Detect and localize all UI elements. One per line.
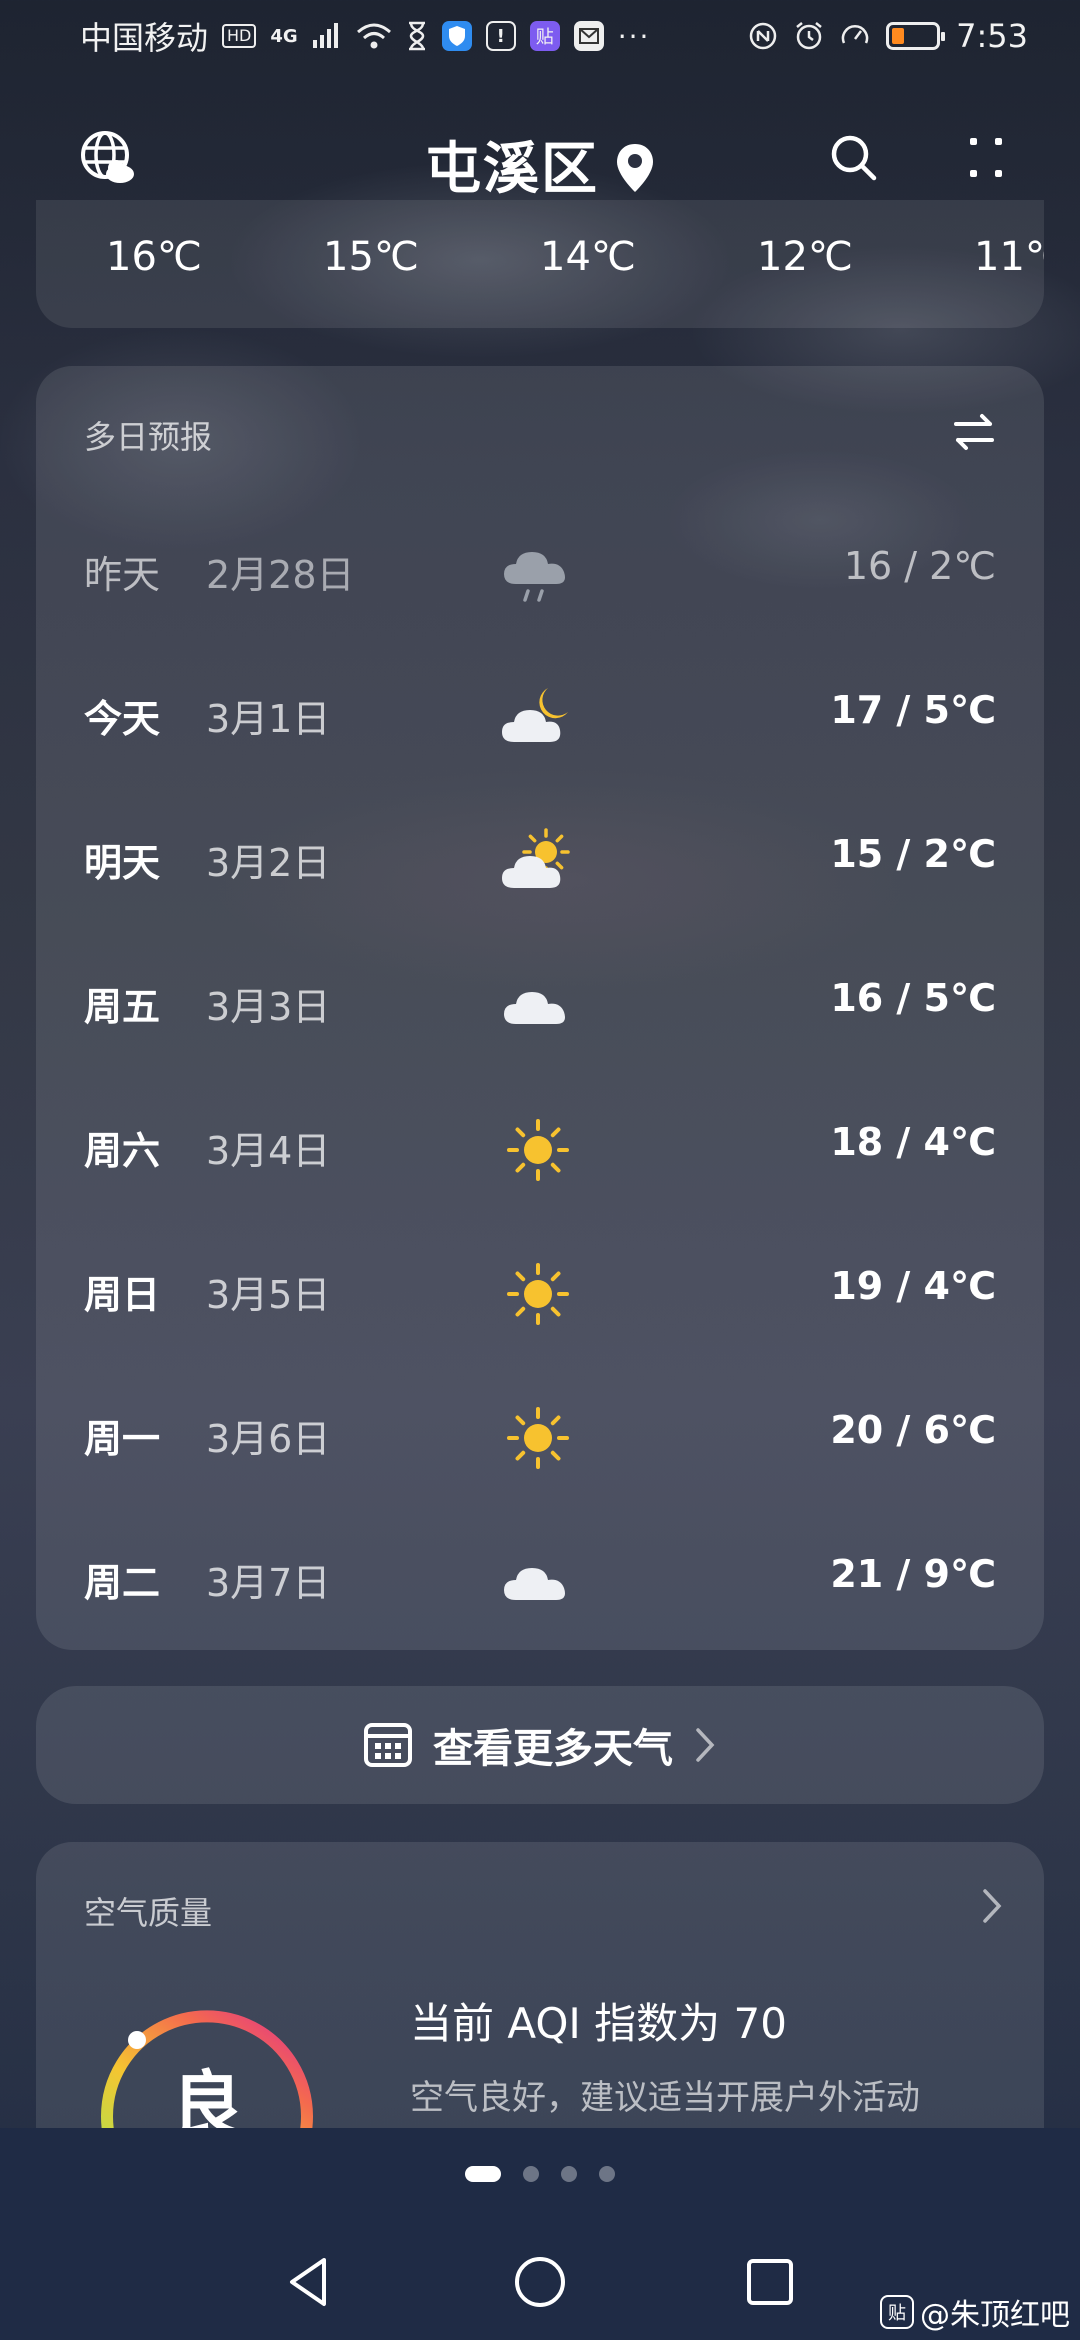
forecast-row[interactable]: 昨天 2月28日 16 / 2℃ [36, 504, 1044, 648]
forecast-day: 周一 [84, 1417, 161, 1461]
more-icon[interactable] [958, 130, 1014, 186]
page-dot [561, 2166, 577, 2182]
recent-apps-icon[interactable] [740, 2252, 800, 2312]
shield-app-icon [441, 21, 472, 51]
top-bar: 屯溪区 [0, 110, 1080, 210]
forecast-day: 明天 [84, 841, 161, 885]
watermark: 贴 @朱顶红吧 [880, 2290, 1070, 2334]
network-type: 4G [270, 25, 298, 47]
forecast-row[interactable]: 明天 3月2日 15 / 2℃ [36, 792, 1044, 936]
page-indicator [0, 2166, 1080, 2182]
clock-time: 7:53 [956, 17, 1028, 55]
location-pin-icon [617, 144, 653, 192]
forecast-row[interactable]: 今天 3月1日 17 / 5℃ [36, 648, 1044, 792]
mail-app-icon [573, 21, 604, 51]
nfc-icon [749, 22, 777, 50]
forecast-day: 昨天 [84, 553, 161, 597]
forecast-day: 周日 [84, 1273, 161, 1317]
chevron-right-icon [696, 1728, 715, 1762]
forecast-row[interactable]: 周六 3月4日 18 / 4℃ [36, 1080, 1044, 1224]
hourly-temp: 16℃ [106, 234, 202, 280]
back-icon[interactable] [280, 2252, 340, 2312]
forecast-row[interactable]: 周一 3月6日 20 / 6℃ [36, 1368, 1044, 1512]
forecast-row[interactable]: 周五 3月3日 16 / 5℃ [36, 936, 1044, 1080]
air-quality-title: 空气质量 [84, 1894, 213, 1932]
calendar-icon [364, 1723, 412, 1767]
page-dot [523, 2166, 539, 2182]
wifi-icon [356, 23, 391, 49]
city-title[interactable]: 屯溪区 [0, 124, 1080, 205]
more-notifications-icon: ··· [617, 19, 651, 53]
forecast-temp: 21 / 9℃ [830, 1552, 996, 1596]
hourly-temp: 15℃ [323, 234, 419, 280]
hourglass-icon [408, 21, 425, 51]
forecast-day: 周二 [84, 1561, 161, 1605]
sunny-icon [507, 1119, 569, 1181]
multi-day-forecast-card: 多日预报 昨天 2月28日 16 / 2℃ 今天 3月1日 17 / 5℃ 明天 3月2日 15… [36, 366, 1044, 1650]
cloudy-icon [504, 992, 565, 1024]
forecast-day: 周六 [84, 1129, 161, 1173]
cloud-moon-icon [502, 688, 568, 742]
city-name: 屯溪区 [425, 137, 599, 202]
forecast-date: 3月1日 [206, 697, 331, 741]
forecast-title: 多日预报 [84, 418, 213, 456]
forecast-date: 3月5日 [206, 1273, 331, 1317]
speed-icon [841, 25, 869, 44]
swap-view-icon[interactable] [952, 412, 996, 452]
page-dot [599, 2166, 615, 2182]
hourly-forecast-card[interactable]: 16℃ 15℃ 14℃ 12℃ 11℃ [36, 200, 1044, 328]
alarm-icon [796, 22, 822, 50]
forecast-temp: 16 / 5℃ [830, 976, 996, 1020]
aqi-value-text: 当前 AQI 指数为 70 [410, 1999, 787, 2048]
notification-icon: ! [485, 21, 516, 51]
hd-badge: HD [222, 24, 257, 48]
forecast-temp: 20 / 6℃ [830, 1408, 996, 1452]
forecast-date: 3月3日 [206, 985, 331, 1029]
forecast-temp: 17 / 5℃ [830, 688, 996, 732]
forecast-temp: 15 / 2℃ [830, 832, 996, 876]
forecast-date: 3月4日 [206, 1129, 331, 1173]
tieba-app-icon: 贴 [529, 21, 560, 51]
forecast-date: 3月7日 [206, 1561, 331, 1605]
battery-icon [886, 22, 946, 50]
hourly-temp: 14℃ [540, 234, 636, 280]
more-weather-label: 查看更多天气 [433, 1726, 673, 1772]
forecast-date: 2月28日 [206, 553, 355, 597]
more-weather-button[interactable]: 查看更多天气 [36, 1686, 1044, 1804]
forecast-list: 昨天 2月28日 16 / 2℃ 今天 3月1日 17 / 5℃ 明天 3月2日 15 / 2℃… [36, 504, 1044, 1656]
watermark-text: @朱顶红吧 [920, 2298, 1070, 2333]
search-icon[interactable] [826, 130, 882, 186]
chevron-right-icon[interactable] [980, 1886, 1004, 1926]
forecast-day: 周五 [84, 985, 161, 1029]
sunny-icon [507, 1407, 569, 1469]
aqi-advice: 空气良好，建议适当开展户外活动 [410, 2078, 920, 2118]
signal-icon [312, 23, 338, 48]
forecast-temp: 19 / 4℃ [830, 1264, 996, 1308]
partly-sunny-icon [502, 828, 570, 888]
forecast-date: 3月2日 [206, 841, 331, 885]
page-dot-active [465, 2166, 501, 2182]
tieba-logo: 贴 [880, 2295, 914, 2329]
forecast-temp: 18 / 4℃ [830, 1120, 996, 1164]
status-bar: 中国移动 HD 4G ! 贴 ··· 7:53 [0, 0, 1080, 72]
home-icon[interactable] [510, 2252, 570, 2312]
forecast-temp: 16 / 2℃ [843, 544, 996, 588]
hourly-temps: 16℃ 15℃ 14℃ 12℃ 11℃ [106, 234, 1044, 280]
sunny-icon [507, 1263, 569, 1325]
hourly-temp: 12℃ [757, 234, 853, 280]
cloudy-icon [504, 1568, 565, 1600]
forecast-row[interactable]: 周二 3月7日 21 / 9℃ [36, 1512, 1044, 1656]
forecast-day: 今天 [84, 697, 161, 741]
forecast-date: 3月6日 [206, 1417, 331, 1461]
hourly-temp: 11℃ [974, 234, 1044, 280]
rain-icon [504, 552, 565, 602]
carrier-label: 中国移动 [80, 19, 209, 57]
forecast-row[interactable]: 周日 3月5日 19 / 4℃ [36, 1224, 1044, 1368]
